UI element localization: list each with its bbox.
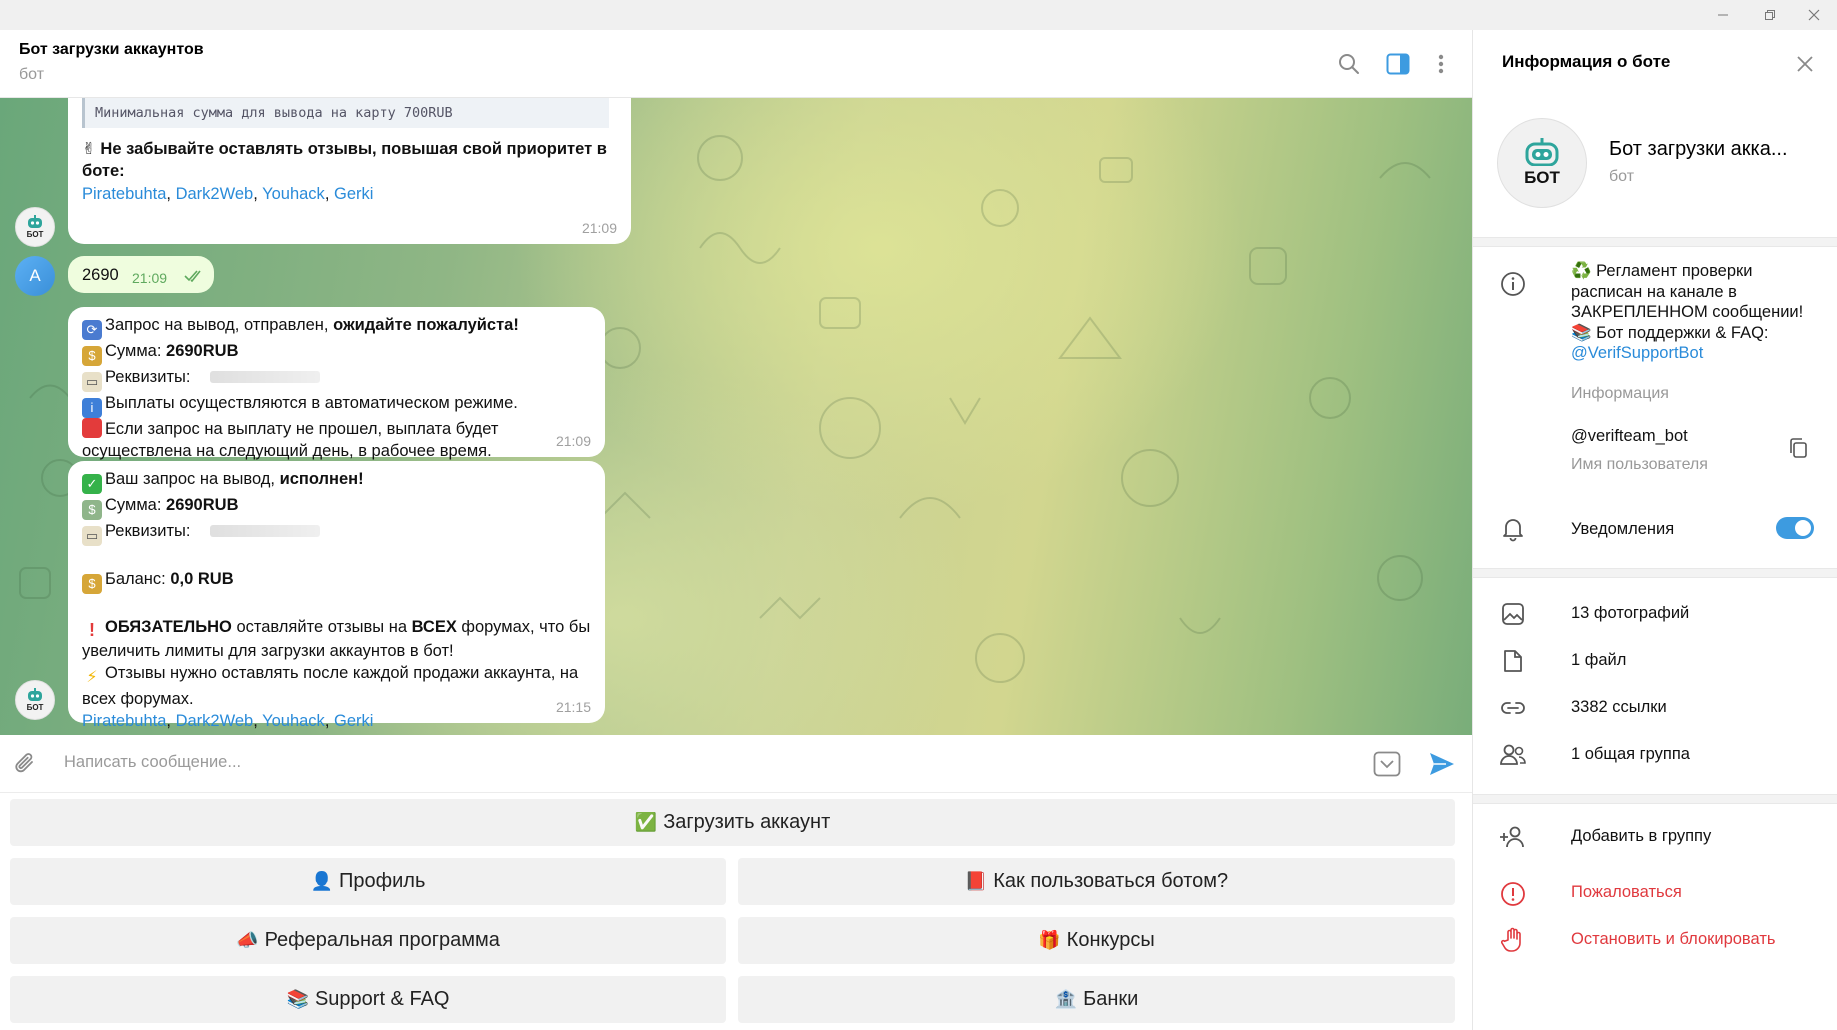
report-icon [1499, 880, 1527, 908]
bot-type: бот [1609, 168, 1635, 185]
info-emoji-icon: i [82, 398, 102, 418]
kb-button-contests[interactable]: 🎁 Конкурсы [738, 917, 1455, 964]
bot-description: ♻️ Регламент проверки расписан на канале… [1571, 262, 1804, 362]
username-label: Имя пользователя [1571, 456, 1708, 473]
refresh-emoji-icon: ⟳ [82, 320, 102, 340]
media-files[interactable]: 1 файл [1571, 651, 1626, 670]
panel-title: Информация о боте [1502, 52, 1671, 71]
message-time: 21:09 [132, 270, 168, 286]
check-emoji-icon: ✓ [82, 474, 102, 494]
card-emoji-icon: ▭ [82, 526, 102, 546]
message-body: ⟳ Запрос на вывод, отправлен, ожидайте по… [82, 316, 519, 460]
forum-links: Piratebuhta, Dark2Web, Youhack, Gerki [82, 712, 374, 730]
media-photos[interactable]: 13 фотографий [1571, 604, 1689, 623]
report-button[interactable]: Пожаловаться [1571, 883, 1682, 902]
redacted-details [210, 525, 321, 537]
notifications-label: Уведомления [1571, 520, 1675, 538]
money-wings-emoji-icon: $ [82, 500, 102, 520]
money-bag-emoji-icon: $ [82, 346, 102, 366]
add-to-group-button[interactable]: Добавить в группу [1571, 827, 1711, 846]
bot-username[interactable]: @verifteam_bot [1571, 427, 1688, 446]
card-emoji-icon: ▭ [82, 372, 102, 392]
close-icon[interactable] [1791, 50, 1819, 78]
kb-button-upload-account[interactable]: ✅ Загрузить аккаунт [10, 799, 1455, 846]
bot-info-panel: Информация о боте БОТ Бот загрузки акка.… [1472, 30, 1837, 1030]
message-text: ✌ Не забывайте оставлять отзывы, повышая… [82, 140, 607, 180]
chat-title[interactable]: Бот загрузки аккаунтов [19, 41, 204, 59]
hand-stop-icon [1499, 926, 1527, 954]
link-youhack[interactable]: Youhack [262, 712, 325, 730]
link-youhack[interactable]: Youhack [262, 185, 325, 203]
support-bot-link[interactable]: @VerifSupportBot [1571, 344, 1703, 362]
chat-area[interactable]: Минимальная сумма для вывода на карту 70… [0, 98, 1472, 735]
bot-keyboard-toggle-icon[interactable] [1373, 751, 1401, 782]
redacted-details [210, 371, 321, 383]
message-time: 21:09 [581, 220, 617, 236]
info-label: Информация [1571, 385, 1669, 402]
link-piratebuhta[interactable]: Piratebuhta [82, 185, 166, 203]
link-dark2web[interactable]: Dark2Web [176, 185, 254, 203]
copy-icon[interactable] [1788, 437, 1808, 464]
restore-button[interactable] [1747, 0, 1793, 30]
bot-profile-avatar[interactable]: БОТ [1497, 118, 1587, 208]
search-icon[interactable] [1334, 49, 1364, 79]
victory-emoji: ✌ [82, 140, 96, 158]
lightning-emoji-icon: ⚡ [86, 669, 98, 686]
chat-header[interactable]: Бот загрузки аккаунтов бот [0, 30, 1472, 98]
exclamation-emoji-icon: ! [89, 620, 95, 640]
group-icon [1499, 741, 1527, 769]
common-groups[interactable]: 1 общая группа [1571, 745, 1690, 764]
divider [1473, 794, 1837, 804]
message-composer: Написать сообщение... [0, 735, 1472, 793]
red-square-emoji-icon [82, 418, 102, 438]
kb-button-support-faq[interactable]: 📚 Support & FAQ [10, 976, 726, 1023]
stop-and-block-button[interactable]: Остановить и блокировать [1571, 930, 1775, 949]
more-menu-icon[interactable] [1426, 49, 1456, 79]
message-input[interactable]: Написать сообщение... [64, 753, 241, 772]
kb-button-profile[interactable]: 👤 Профиль [10, 858, 726, 905]
link-gerki[interactable]: Gerki [334, 712, 373, 730]
send-icon[interactable] [1428, 751, 1456, 782]
kb-button-how-to-use[interactable]: 📕 Как пользоваться ботом? [738, 858, 1455, 905]
bot-name: Бот загрузки акка... [1609, 138, 1788, 160]
bell-icon [1499, 515, 1527, 543]
file-icon [1499, 647, 1527, 675]
chat-subtitle: бот [19, 66, 45, 83]
link-gerki[interactable]: Gerki [334, 185, 373, 203]
message-own-2690[interactable]: 2690 21:09 [68, 256, 214, 293]
bot-avatar[interactable]: БОТ [15, 680, 55, 720]
sidebar-toggle-icon[interactable] [1383, 49, 1413, 79]
money-bag-emoji-icon: $ [82, 574, 102, 594]
bot-keyboard: ✅ Загрузить аккаунт 👤 Профиль 📕 Как пользов… [0, 793, 1472, 1030]
message-withdraw-request[interactable]: ⟳ Запрос на вывод, отправлен, ожидайте по… [68, 307, 605, 460]
notifications-toggle[interactable] [1776, 517, 1814, 539]
kb-button-banks[interactable]: 🏦 Банки [738, 976, 1455, 1023]
user-avatar[interactable]: A [15, 256, 55, 296]
double-check-icon [184, 270, 201, 282]
forum-links: Piratebuhta, Dark2Web, Youhack, Gerki [82, 185, 374, 203]
link-piratebuhta[interactable]: Piratebuhta [82, 712, 166, 730]
code-block: Минимальная сумма для вывода на карту 70… [82, 98, 609, 128]
message-withdraw-done[interactable]: ✓ Ваш запрос на вывод, исполнен! $ Сумма: … [68, 461, 605, 730]
window-titlebar [0, 0, 1837, 30]
media-links[interactable]: 3382 ссылки [1571, 698, 1667, 717]
kb-button-referral[interactable]: 📣 Реферальная программа [10, 917, 726, 964]
message-time: 21:15 [555, 699, 591, 715]
divider [1473, 237, 1837, 247]
message-bot-reviews[interactable]: Минимальная сумма для вывода на карту 70… [68, 98, 631, 244]
attach-icon[interactable] [14, 751, 38, 782]
link-icon [1499, 694, 1527, 722]
close-window-button[interactable] [1791, 0, 1837, 30]
message-text: 2690 [82, 266, 119, 284]
link-dark2web[interactable]: Dark2Web [176, 712, 254, 730]
message-time: 21:09 [555, 433, 591, 449]
info-icon [1499, 270, 1527, 298]
bot-avatar[interactable]: БОТ [15, 207, 55, 247]
message-body: ✓ Ваш запрос на вывод, исполнен! $ Сумма: … [82, 468, 597, 732]
minimize-button[interactable] [1700, 0, 1746, 30]
photo-icon [1499, 600, 1527, 628]
add-user-icon [1499, 823, 1527, 851]
divider [1473, 568, 1837, 578]
